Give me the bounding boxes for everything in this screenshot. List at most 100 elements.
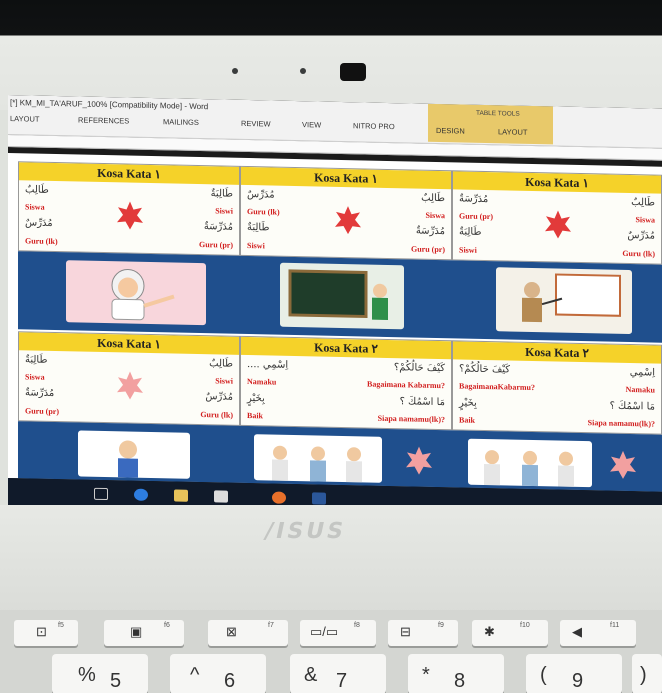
arabic-word: مُدَرِّسٌ [25,217,53,229]
key-f6[interactable]: f6 ▣ [104,620,184,646]
key-f11[interactable]: f11 ◀ [560,620,636,646]
meaning-label: Guru (pr) [459,211,493,222]
key-5[interactable]: % 5 [52,654,148,693]
star-badge-icon [335,206,361,235]
card-heading: Kosa Kata ١ [241,166,451,190]
vocab-card: Kosa Kata ٢ كَيْفَ حَالُكُمْ؟ اِسْمِي Ba… [452,340,662,435]
meaning-label: Siswa [635,215,655,225]
meaning-label: Siswa [425,210,445,221]
star-badge-icon [545,210,571,239]
tab-layout[interactable]: LAYOUT [10,114,39,124]
vocab-card: Kosa Kata ١ طَالِبٌ طَالِبَةٌ Siswa Sisw… [18,161,240,256]
star-badge-icon [117,371,143,400]
vocab-card: Kosa Kata ١ مُدَرِّسَةٌ طَالِبٌ Guru (pr… [452,170,662,265]
meaning-label: Siswi [459,245,477,255]
vocab-card: Kosa Kata ١ مُدَرِّسٌ طَالِبٌ Guru (lk) … [240,165,452,261]
meaning-label: Siapa namamu(lk)? [587,418,655,429]
laptop-top-bezel [0,0,662,110]
arabic-word: طَالِبَةٌ [247,222,270,234]
photo-scene: [*] KM_MI_TA'ARUF_100% [Compatibility Mo… [0,0,662,693]
laptop-screen: [*] KM_MI_TA'ARUF_100% [Compatibility Mo… [8,95,662,521]
illustration-greeting-group [468,438,592,488]
arabic-word: مُدَرِّسٌ [247,189,275,201]
meaning-label: Guru (lk) [247,207,280,217]
word-icon[interactable] [312,492,326,505]
arabic-word: مُدَرِّسٌ [205,391,233,403]
document-page: Kosa Kata ١ طَالِبٌ طَالِبَةٌ Siswa Sisw… [8,153,662,492]
illustration-band [18,251,662,343]
keyboard: f5 ⊡ f6 ▣ f7 ⊠ f8 ▭/▭ f9 ⊟ f10 ✱ f11 ◀ % 5 ^ 6 & 7… [0,610,662,693]
star-badge-icon [406,446,432,475]
tab-table-layout[interactable]: LAYOUT [498,127,527,137]
key-f9[interactable]: f9 ⊟ [388,620,458,646]
meaning-label: Guru (lk) [200,410,233,420]
meaning-label: Baik [247,411,264,421]
meaning-label: Bagaimana Kabarmu? [366,379,445,391]
meaning-label: Siswa [25,372,45,382]
vocab-card: Kosa Kata ١ طَالِبَةٌ طَالِبٌ Siswa Sisw… [18,331,240,426]
tab-review[interactable]: REVIEW [241,119,271,129]
illustration-boy-student [78,430,190,479]
arabic-word: اِسْمِي .... [247,359,289,371]
meaning-label: Siswi [247,241,265,251]
document-title: [*] KM_MI_TA'ARUF_100% [Compatibility Mo… [10,98,209,112]
sensor-dot [232,68,238,74]
arabic-word: طَالِبٌ [209,358,233,370]
arabic-word: مُدَرِّسَةٌ [203,221,233,233]
star-badge-icon [117,201,143,230]
key-7[interactable]: & 7 [290,654,386,693]
arabic-word: مَا اسْمُكَ ؟ [609,400,655,413]
firefox-icon[interactable] [272,491,286,504]
key-f8[interactable]: f8 ▭/▭ [300,620,376,646]
meaning-label: Guru (lk) [25,236,58,247]
arabic-word: مَا اسْمُكَ ؟ [399,396,445,409]
card-heading: Kosa Kata ٢ [453,341,661,364]
arabic-word: مُدَرِّسَةٌ [415,225,445,238]
arabic-word: اِسْمِي [629,367,655,379]
arabic-word: بِخَيْرٍ [459,397,477,409]
arabic-word: طَالِبَةٌ [459,226,482,238]
tab-references[interactable]: REFERENCES [78,115,129,125]
meaning-label: Siswa [25,202,45,212]
meaning-label: Guru (pr) [25,406,59,417]
tab-mailings[interactable]: MAILINGS [163,117,199,127]
meaning-label: Namaku [247,377,277,387]
tab-nitro-pro[interactable]: NITRO PRO [353,121,395,131]
key-f10[interactable]: f10 ✱ [472,620,548,646]
arabic-word: مُدَرِّسَةٌ [459,193,489,206]
arabic-word: مُدَرِّسَةٌ [25,387,55,399]
table-tools-label: TABLE TOOLS [476,109,520,118]
edge-browser-icon[interactable] [134,488,148,501]
arabic-word: طَالِبَةٌ [25,354,48,366]
card-heading: Kosa Kata ٢ [241,336,451,360]
key-f5[interactable]: f5 ⊡ [14,620,78,646]
arabic-word: مُدَرِّسٌ [627,229,655,242]
card-heading: Kosa Kata ١ [453,171,661,194]
vocab-card: Kosa Kata ٢ اِسْمِي .... كَيْفَ حَالُكُم… [240,335,452,431]
key-f7[interactable]: f7 ⊠ [208,620,288,646]
card-heading: Kosa Kata ١ [19,332,239,355]
meaning-label: Namaku [625,384,655,395]
arabic-word: طَالِبٌ [421,192,445,205]
key-6[interactable]: ^ 6 [170,654,266,693]
meaning-label: Baik [459,415,476,425]
sensor-dot [300,68,306,74]
star-badge-icon [610,450,636,479]
meaning-label: BagaimanaKabarmu? [459,381,536,393]
tab-view[interactable]: VIEW [302,120,321,129]
key-9[interactable]: (9 [526,654,622,693]
arabic-word: طَالِبٌ [631,197,655,209]
task-view-icon[interactable] [94,487,108,501]
table-tools-group: TABLE TOOLS DESIGN LAYOUT [428,103,553,145]
store-icon[interactable] [214,490,228,503]
key-0[interactable]: ) [632,654,662,693]
webcam [340,63,366,81]
file-explorer-icon[interactable] [174,489,188,502]
illustration-greeting-group [254,434,382,483]
key-8[interactable]: * 8 [408,654,504,693]
meaning-label: Siapa namamu(lk)? [377,413,445,425]
arabic-word: طَالِبٌ [25,184,49,196]
arabic-word: كَيْفَ حَالُكُمْ؟ [393,362,445,375]
illustration-teacher-board [496,267,632,335]
tab-table-design[interactable]: DESIGN [436,126,465,136]
